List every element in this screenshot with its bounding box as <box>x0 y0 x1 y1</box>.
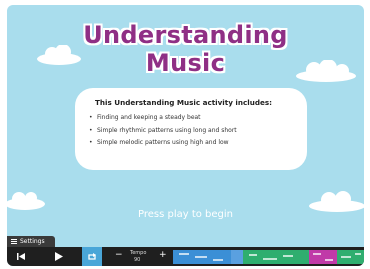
page-title-line-2: Music <box>145 49 226 77</box>
activity-stage: Understanding Music This Understanding M… <box>7 5 364 266</box>
list-item: • Simple rhythmic patterns using long and… <box>89 126 237 134</box>
list-item: • Simple melodic patterns using high and … <box>89 139 229 146</box>
hamburger-icon <box>11 239 17 244</box>
timeline-segment <box>309 250 337 264</box>
tempo-label: Tempo <box>130 250 147 256</box>
skip-to-start-button[interactable] <box>13 247 29 266</box>
loop-button[interactable] <box>82 247 102 266</box>
activity-list: • Finding and keeping a steady beat • Simp… <box>89 112 237 150</box>
music-timeline[interactable] <box>173 250 364 264</box>
list-item-text: Simple rhythmic patterns using long and … <box>97 126 237 134</box>
cloud-bottom-left <box>7 192 45 210</box>
timeline-segment <box>299 250 309 264</box>
timeline-segment <box>231 250 243 264</box>
settings-button[interactable]: Settings <box>7 236 55 247</box>
tempo-decrease-button[interactable]: − <box>115 250 123 260</box>
player-toolbar: − Tempo 90 + <box>7 247 364 266</box>
press-play-prompt: Press play to begin <box>137 209 234 220</box>
list-item-text: Finding and keeping a steady beat <box>97 114 201 121</box>
play-icon <box>55 252 63 261</box>
plus-icon: + <box>159 250 167 260</box>
skip-to-start-icon <box>17 253 25 260</box>
activity-info-card: This Understanding Music activity includ… <box>75 88 307 170</box>
minus-icon: − <box>115 250 123 260</box>
page-title-line-1: Understanding <box>83 21 288 49</box>
card-heading: This Understanding Music activity includ… <box>95 98 272 107</box>
settings-label: Settings <box>20 238 45 245</box>
list-item: • Finding and keeping a steady beat <box>89 114 201 121</box>
play-button[interactable] <box>49 247 69 266</box>
list-item-text: Simple melodic patterns using high and l… <box>97 139 229 146</box>
tempo-control: − Tempo 90 + <box>107 247 175 266</box>
loop-icon <box>88 252 96 260</box>
tempo-value: 90 <box>134 257 141 263</box>
tempo-increase-button[interactable]: + <box>159 250 167 260</box>
